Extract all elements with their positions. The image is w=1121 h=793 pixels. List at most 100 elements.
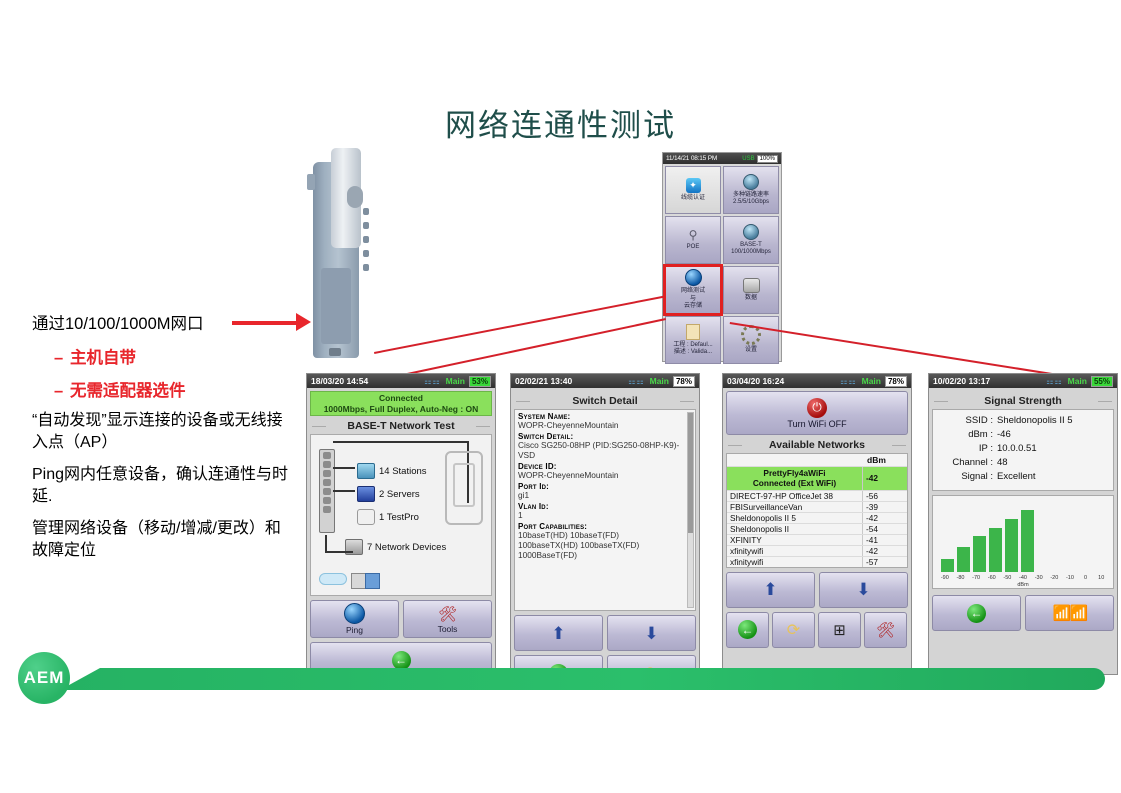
menu-tile-project[interactable]: 工程 : Defaul... 描述 : Valida... [665, 316, 721, 364]
chart-x-tick: -60 [987, 575, 996, 581]
row-dbm: -56 [862, 490, 907, 501]
table-row[interactable]: XFINITY -41 [727, 533, 907, 545]
globe-icon [684, 269, 702, 287]
back-arrow-icon: ← [391, 650, 411, 670]
left-paragraph-0: “自动发现”显示连接的设备或无线接入点（AP） [32, 412, 283, 451]
row-ssid: Sheldonopolis II 5 [730, 512, 796, 523]
status-main-label: Main [649, 376, 669, 386]
table-row-connected[interactable]: PrettyFly4aWiFi Connected (Ext WiFi) -42 [727, 466, 907, 490]
row-ssid: PrettyFly4aWiFi Connected (Ext WiFi) [727, 467, 862, 490]
left-paragraph-2: 管理网络设备（移动/增减/更改）和故障定位 [32, 520, 281, 559]
pointer-arrow-line [232, 321, 300, 325]
chart-bar [989, 527, 1002, 572]
connected-ssid: PrettyFly4aWiFi [763, 468, 826, 478]
topo-label: 1 TestPro [379, 511, 419, 523]
screen-signal-strength[interactable]: 10/02/20 13:17 ⚏⚏ Main 55% Signal Streng… [928, 373, 1118, 675]
back-arrow-icon: ← [967, 603, 986, 623]
router-icon [365, 573, 380, 590]
menu-tile-data[interactable]: 数据 [723, 266, 779, 314]
table-row[interactable]: xfinitywifi -57 [727, 555, 907, 567]
field-key: Vlan Id: [518, 501, 549, 511]
download-button[interactable]: ⬇ [607, 615, 696, 651]
screen-wifi-networks[interactable]: 03/04/20 16:24 ⚏⚏ Main 78% ⏻ Turn WiFi O… [722, 373, 912, 675]
menu-tile-poe[interactable]: ⚲ POE [665, 216, 721, 264]
status-datetime: 03/04/20 16:24 [727, 376, 785, 386]
tools-button[interactable]: 🛠 Tools [403, 600, 492, 639]
wifi-toggle-button[interactable]: ⏻ Turn WiFi OFF [726, 391, 908, 435]
signal-strength-bar-chart: -90 -80 -70 -60 -50 -40 -30 -20 -10 0 10 dBm [932, 495, 1114, 589]
menu-tile-cable-cert[interactable]: ✦ 线缆认证 [665, 166, 721, 214]
device-port-panel [321, 268, 363, 448]
dual-wifi-button[interactable]: 📶📶 [1025, 595, 1114, 631]
menu-tile-link-speed[interactable]: 多种链路速率 2.5/5/10Gbps [723, 166, 779, 214]
table-row[interactable]: Sheldonopolis II 5 -42 [727, 511, 907, 523]
battery-status: 100% [756, 154, 778, 163]
bullet-text: 主机自带 [70, 349, 136, 367]
download-button[interactable]: ⬇ [819, 571, 908, 608]
upload-button[interactable]: ⬆ [726, 571, 815, 608]
split-view-button[interactable]: ⊞ [818, 611, 861, 648]
device-side-tab [307, 174, 315, 190]
tester-home-menu-screen[interactable]: 11/14/21 08:15 PM USB 100% ✦ 线缆认证 多种链路速率… [662, 152, 782, 364]
upload-icon: ⬆ [551, 623, 566, 643]
back-button[interactable]: ← [726, 611, 769, 648]
dual-wifi-icon: 📶📶 [1052, 605, 1088, 622]
chart-x-tick: -80 [956, 575, 965, 581]
base-t-icon [743, 223, 759, 240]
table-row[interactable]: DIRECT-97-HP OfficeJet 38 -56 [727, 489, 907, 501]
connector-line-1 [374, 294, 669, 354]
tools-button[interactable]: 🛠 [864, 611, 907, 648]
status-bar: 10/02/20 13:17 ⚏⚏ Main 55% [929, 374, 1117, 388]
screen-switch-detail[interactable]: 02/02/21 13:40 ⚏⚏ Main 78% Switch Detail… [510, 373, 700, 675]
battery-status: 78% [884, 375, 907, 387]
menu-status-bar: 11/14/21 08:15 PM USB 100% [663, 153, 781, 164]
row-ssid: DIRECT-97-HP OfficeJet 38 [730, 490, 833, 501]
chart-x-label: dBm [1017, 582, 1029, 588]
status-main-label: Main [861, 376, 881, 386]
chart-x-tick: -50 [1003, 575, 1012, 581]
menu-tile-network-test-cloud[interactable]: 网络测试 与 云存储 [663, 264, 723, 316]
button-label: Tools [437, 623, 458, 634]
table-row[interactable]: FBISurveillanceVan -39 [727, 500, 907, 512]
gateway-icon [351, 573, 366, 590]
download-icon: ⬇ [856, 580, 871, 600]
testpro-icon [357, 509, 375, 526]
switch-detail-list[interactable]: System Name: WOPR-CheyenneMountain Switc… [514, 409, 696, 611]
row-ssid: xfinitywifi [730, 545, 764, 556]
bullet-text: 无需适配器选件 [70, 382, 186, 400]
screen-base-t-network-test[interactable]: 18/03/20 14:54 ⚏⚏ Main 53% Connected 100… [306, 373, 496, 675]
network-topology-diagram: 14 Stations 2 Servers 1 TestPro 7 Networ… [310, 434, 492, 597]
table-row[interactable]: Sheldonopolis II -54 [727, 522, 907, 534]
back-button[interactable]: ← [932, 595, 1021, 631]
scrollbar[interactable] [687, 412, 694, 608]
chart-x-tick: -30 [1034, 575, 1043, 581]
row-dbm: -54 [862, 523, 907, 534]
available-networks-table[interactable]: dBm PrettyFly4aWiFi Connected (Ext WiFi)… [726, 453, 908, 568]
nav-button-row: ← 📶📶 [932, 595, 1114, 631]
battery-status: 78% [672, 375, 695, 387]
ping-button[interactable]: Ping [310, 600, 399, 639]
detail-key: IP : [978, 443, 993, 454]
chart-bar [1021, 509, 1034, 572]
topo-link [333, 441, 469, 444]
device-rib [363, 250, 369, 257]
status-main-label: Main [1067, 376, 1087, 386]
table-row[interactable]: xfinitywifi -42 [727, 544, 907, 556]
detail-key: Channel : [952, 457, 993, 468]
screen-body: Connected 1000Mbps, Full Duplex, Auto-Ne… [307, 388, 495, 674]
device-rib [363, 208, 369, 215]
globe-icon [344, 603, 365, 625]
tile-label: BASE-T [740, 241, 762, 248]
field-value: Cisco SG250-08HP (PID:SG250-08HP-K9)-VSD [518, 439, 680, 460]
screen-body: ⏻ Turn WiFi OFF Available Networks dBm P… [723, 388, 911, 651]
transfer-button-row: ⬆ ⬇ [514, 615, 696, 651]
refresh-button[interactable]: ⟳ [772, 611, 815, 648]
detail-key: Signal : [961, 471, 993, 482]
transfer-button-row: ⬆ ⬇ [726, 571, 908, 608]
cloud-icon [319, 573, 347, 586]
header-ssid [729, 455, 867, 465]
menu-tile-base-t[interactable]: BASE-T 100/1000Mbps [723, 216, 779, 264]
page-title: 网络连通性测试 [445, 108, 676, 144]
upload-button[interactable]: ⬆ [514, 615, 603, 651]
detail-key: SSID : [965, 415, 993, 426]
